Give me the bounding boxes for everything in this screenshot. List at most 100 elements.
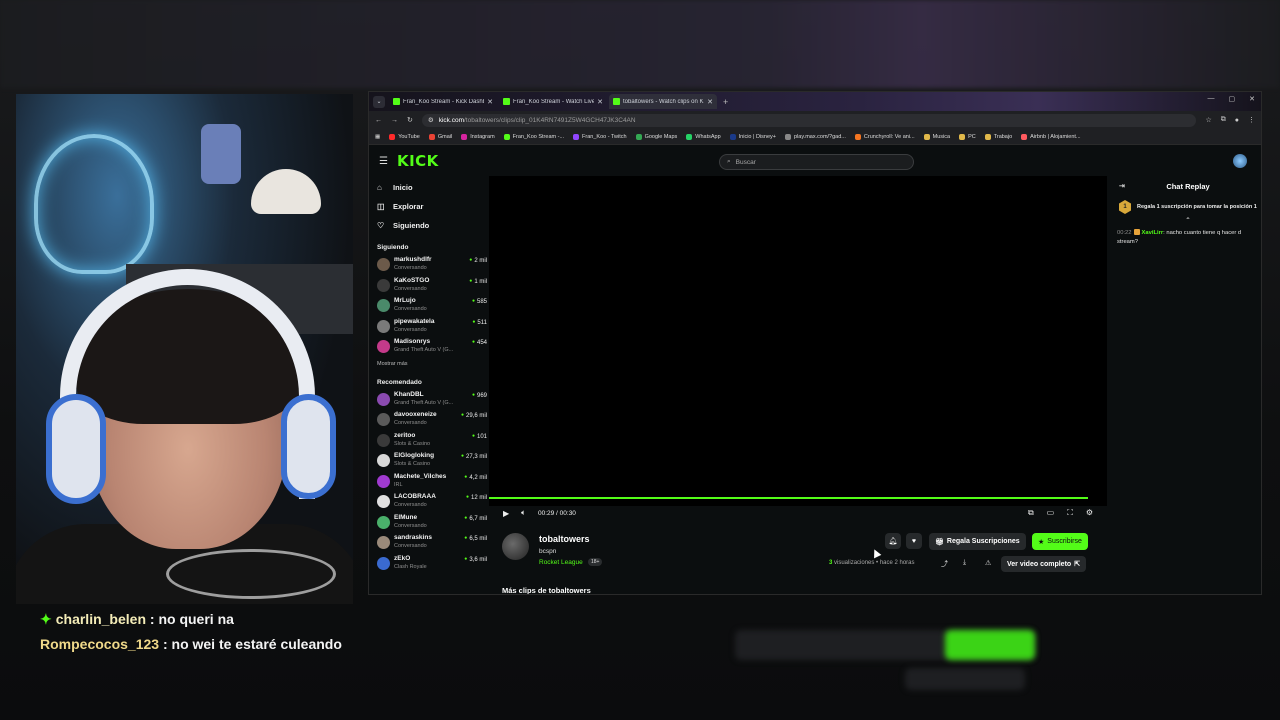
clip-category[interactable]: Rocket League [539, 559, 583, 566]
reload-icon[interactable]: ↻ [407, 116, 413, 124]
channel-row[interactable]: zeritooSlots & Casino 101 [377, 432, 487, 453]
miniplayer-icon[interactable]: ⧉ [1028, 508, 1034, 518]
bookmark[interactable]: Gmail [428, 133, 452, 140]
bookmark[interactable]: Fran_Koo - Twitch [573, 133, 627, 140]
collapse-chat-icon[interactable]: ⇥ [1119, 182, 1125, 190]
channel-row[interactable]: KhanDBLGrand Theft Auto V (G... 969 [377, 391, 487, 412]
disney-icon [729, 133, 736, 140]
address-bar: ← → ↻ ⚙ kick.com/tobaltowers/clips/clip_… [369, 111, 1261, 129]
channel-row[interactable]: KaKoSTGOConversando 1 mil [377, 277, 487, 298]
channel-row[interactable]: markushdlfr Conversando 2 mil [377, 256, 487, 277]
browser-tab[interactable]: Fran_Koo Stream - Kick Dashbo ✕ [389, 94, 497, 109]
bookmark[interactable]: Airbnb | Alojamient... [1021, 133, 1081, 140]
nav-siguiendo[interactable]: ♡ Siguiendo [377, 216, 487, 235]
browser-tab-active[interactable]: tobaltowers - Watch clips on K ✕ [609, 94, 717, 109]
maximize-icon[interactable]: ▢ [1229, 95, 1236, 103]
url-field[interactable]: ⚙ kick.com/tobaltowers/clips/clip_01K4RN… [421, 113, 1197, 127]
close-tab-icon[interactable]: ✕ [707, 98, 713, 106]
folder-icon [984, 133, 991, 140]
channel-meta: LACOBRAAA Conversando [394, 493, 462, 509]
bookmark[interactable]: WhatsApp [686, 133, 721, 140]
channel-name: ElMune [394, 513, 418, 521]
user-avatar[interactable] [1233, 154, 1247, 168]
notification-bell-icon[interactable]: 🔔︎ [885, 533, 901, 549]
volume-icon[interactable]: 🔈︎ [521, 508, 526, 518]
site-info-icon[interactable]: ⚙ [428, 116, 434, 124]
bookmark-folder[interactable]: Musica [923, 133, 950, 140]
nav-label: Siguiendo [393, 221, 430, 230]
full-video-button[interactable]: Ver video completo ⇱ [1001, 556, 1087, 572]
apps-icon[interactable]: ▦ [375, 134, 380, 140]
theater-mode-icon[interactable]: ▭ [1047, 508, 1055, 518]
bookmark-star-icon[interactable]: ☆ [1205, 116, 1211, 124]
bookmark[interactable]: Instagram [461, 133, 495, 140]
channel-row[interactable]: MrLujo Conversando 585 [377, 297, 487, 318]
download-icon[interactable]: ⤓ [963, 559, 966, 567]
channel-category: Conversando [394, 306, 427, 312]
bookmark[interactable]: Fran_Koo Stream -... [503, 133, 564, 140]
hamburger-menu-icon[interactable]: ☰ [379, 156, 388, 167]
forward-icon[interactable]: → [391, 117, 398, 124]
tab-search-button[interactable]: ⌄ [373, 95, 385, 108]
tab-strip: ⌄ Fran_Koo Stream - Kick Dashbo ✕ Fran_Ko… [369, 92, 1261, 111]
channel-avatar [377, 392, 390, 406]
bookmark-label: Inicio | Disney+ [738, 133, 777, 140]
share-icon[interactable]: ⤴ [941, 559, 948, 569]
profile-icon[interactable]: ● [1235, 117, 1239, 124]
viewer-count: 2 mil [469, 257, 487, 264]
settings-icon[interactable]: ⚙ [1086, 508, 1093, 518]
channel-row[interactable]: pipewakatelaConversando 511 [377, 318, 487, 339]
bookmark[interactable]: YouTube [389, 133, 420, 140]
channel-row[interactable]: sandraskins Conversando 6,5 mil [377, 534, 487, 555]
extensions-icon[interactable]: ⧉ [1221, 116, 1226, 124]
close-tab-icon[interactable]: ✕ [597, 98, 603, 106]
folder-icon [923, 133, 930, 140]
video-player[interactable] [489, 176, 1107, 506]
menu-icon[interactable]: ⋮ [1248, 116, 1255, 124]
search-placeholder: Buscar [735, 158, 756, 166]
back-icon[interactable]: ← [375, 117, 382, 124]
gift-subs-button[interactable]: 🎁︎ Regala Suscripciones [929, 533, 1026, 550]
close-window-icon[interactable]: ✕ [1249, 95, 1255, 103]
fullscreen-icon[interactable]: ⛶ [1067, 508, 1073, 518]
browser-tab[interactable]: Fran_Koo Stream - Watch Live ✕ [499, 94, 607, 109]
follow-heart-icon[interactable]: ♥ [906, 533, 922, 549]
show-more-link[interactable]: Mostrar más [377, 361, 487, 375]
play-icon[interactable]: ▶ [503, 509, 509, 518]
minimize-icon[interactable]: — [1208, 95, 1215, 103]
channel-row[interactable]: LACOBRAAA Conversando 12 mil [377, 493, 487, 514]
chat-username[interactable]: XaviLirr [1142, 230, 1164, 236]
bookmark[interactable]: Google Maps [635, 133, 677, 140]
clip-author[interactable]: bcspn [539, 548, 556, 555]
channel-row[interactable]: Madisonrys Grand Theft Auto V (G... 454 [377, 338, 487, 359]
expand-pinned-icon[interactable]: ⩡ [1113, 216, 1261, 223]
video-progress-bar[interactable] [489, 497, 1089, 499]
channel-row[interactable]: ElGlogloking Slots & Casino 27,3 mil [377, 452, 487, 473]
bookmark-folder[interactable]: Trabajo [984, 133, 1012, 140]
channel-row[interactable]: zEkOClash Royale 3,6 mil [377, 555, 487, 576]
channel-meta: Machete_Vilches IRL [394, 473, 460, 489]
channel-row[interactable]: davooxeneize Conversando 29,6 mil [377, 411, 487, 432]
viewer-count: 3,6 mil [464, 556, 487, 563]
search-input[interactable]: ⌕ Buscar [719, 154, 914, 170]
new-tab-button[interactable]: + [723, 97, 728, 107]
channel-name[interactable]: tobaltowers [539, 534, 590, 544]
clip-age: hace 2 horas [879, 560, 915, 566]
bookmark[interactable]: Crunchyroll: Ve ani... [854, 133, 915, 140]
nav-explorar[interactable]: ◫ Explorar [377, 197, 487, 216]
nav-inicio[interactable]: ⌂ Inicio [377, 178, 487, 197]
subscribe-button[interactable]: ★ Suscribirse [1032, 533, 1088, 550]
pinned-gift-banner[interactable]: 1 Regala 1 suscripción para tomar la pos… [1119, 200, 1257, 214]
channel-avatar[interactable] [502, 533, 529, 560]
channel-row[interactable]: Machete_VilchesIRL 4,2 mil [377, 473, 487, 494]
kick-logo[interactable]: KICK [397, 152, 439, 170]
bookmark[interactable]: Inicio | Disney+ [729, 133, 777, 140]
channel-row[interactable]: ElMuneConversando 6,7 mil [377, 514, 487, 535]
chat-timestamp: 00:22 [1117, 230, 1132, 236]
channel-category: IRL [394, 481, 403, 488]
bookmark-folder[interactable]: PC [959, 133, 976, 140]
bookmark[interactable]: play.max.com/?gad... [785, 133, 846, 140]
channel-category: Conversando [394, 502, 427, 508]
report-icon[interactable]: ⚠ [985, 559, 991, 567]
close-tab-icon[interactable]: ✕ [487, 98, 493, 106]
